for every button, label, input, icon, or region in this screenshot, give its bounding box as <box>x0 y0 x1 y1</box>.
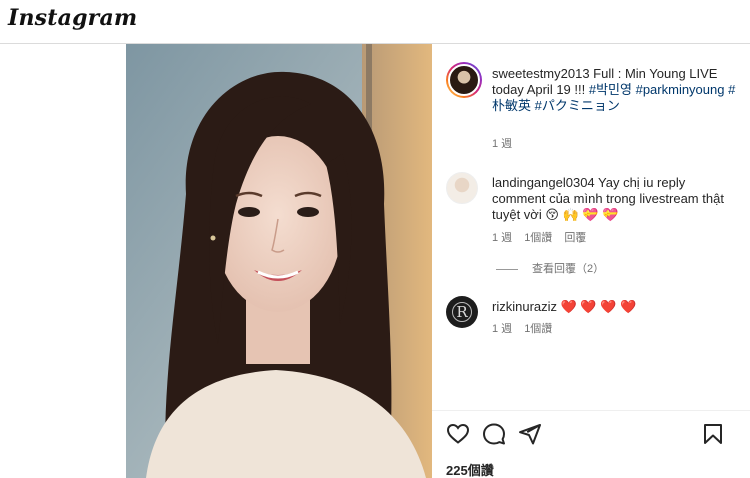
avatar-ring <box>452 302 472 322</box>
post-media[interactable] <box>126 44 432 478</box>
owner-username[interactable]: sweetestmy2013 <box>492 66 590 81</box>
comment-likes[interactable]: 1個讚 <box>524 232 552 244</box>
caption-time[interactable]: 1 週 <box>492 138 512 150</box>
commenter-avatar[interactable]: R <box>446 296 478 328</box>
top-bar: Instagram <box>0 0 750 44</box>
comment-username[interactable]: landingangel0304 <box>492 175 595 190</box>
view-replies-button[interactable]: 查看回覆（2） <box>496 262 604 276</box>
comment-meta: 1 週 1個讚 <box>492 322 564 336</box>
instagram-logo[interactable]: Instagram <box>8 5 137 31</box>
heart-icon[interactable] <box>446 422 470 446</box>
comment-username[interactable]: rizkinuraziz <box>492 299 557 314</box>
comment: rizkinuraziz ❤️ ❤️ ❤️ ❤️ <box>492 299 732 315</box>
hashtag[interactable]: #パクミニョン <box>535 98 620 113</box>
comment-time[interactable]: 1 週 <box>492 232 512 244</box>
bookmark-icon[interactable] <box>701 422 725 446</box>
reply-button[interactable]: 回覆 <box>564 232 586 244</box>
comment: landingangel0304 Yay chị iu reply commen… <box>492 175 732 223</box>
commenter-avatar[interactable] <box>446 172 478 204</box>
hashtag[interactable]: #박민영 <box>589 82 632 97</box>
comment-text: ❤️ ❤️ ❤️ ❤️ <box>557 299 637 314</box>
comment-time[interactable]: 1 週 <box>492 323 512 335</box>
comment-icon[interactable] <box>482 422 506 446</box>
view-replies-label: 查看回覆（2） <box>532 263 605 275</box>
likes-count[interactable]: 225個讚 <box>446 460 494 478</box>
comment-meta: 1 週 1個讚 回覆 <box>492 231 598 245</box>
caption-meta: 1 週 <box>492 137 524 151</box>
share-icon[interactable] <box>518 422 542 446</box>
hashtag[interactable]: #parkminyoung <box>636 82 725 97</box>
replies-divider <box>496 268 518 270</box>
post-image <box>126 44 432 478</box>
owner-avatar[interactable] <box>446 62 482 98</box>
comment-likes[interactable]: 1個讚 <box>524 323 552 335</box>
caption: sweetestmy2013 Full : Min Young LIVE tod… <box>492 66 738 114</box>
